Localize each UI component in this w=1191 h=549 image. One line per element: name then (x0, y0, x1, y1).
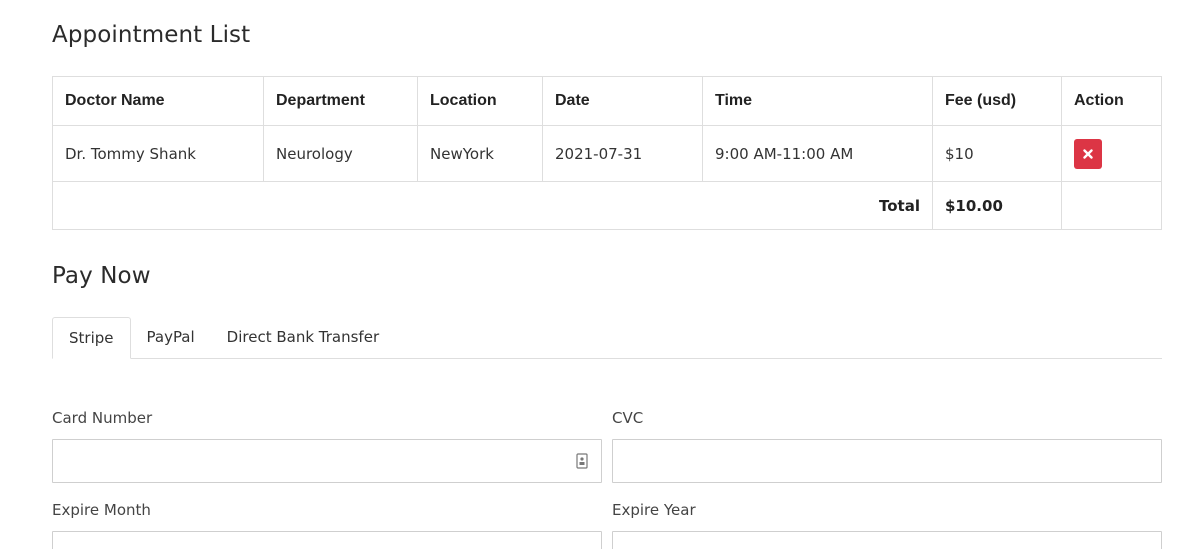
cvc-input[interactable] (612, 439, 1162, 483)
close-icon (1083, 148, 1093, 159)
expire-year-label: Expire Year (612, 501, 696, 519)
column-header-department: Department (263, 76, 418, 126)
tab-direct-bank-transfer[interactable]: Direct Bank Transfer (211, 317, 395, 358)
cell-date: 2021-07-31 (542, 125, 703, 182)
total-empty-cell (1061, 181, 1162, 230)
expire-year-input[interactable] (612, 531, 1162, 549)
table-header-row: Doctor Name Department Location Date Tim… (52, 76, 1162, 126)
table-row: Dr. Tommy Shank Neurology NewYork 2021-0… (52, 125, 1162, 182)
expire-month-input[interactable] (52, 531, 602, 549)
cell-fee: $10 (932, 125, 1062, 182)
column-header-time: Time (702, 76, 933, 126)
appointment-list-title: Appointment List (52, 22, 251, 48)
pay-now-title: Pay Now (52, 263, 151, 289)
column-header-doctor-name: Doctor Name (52, 76, 264, 126)
card-number-input[interactable] (52, 439, 602, 483)
total-label: Total (52, 181, 933, 230)
cell-department: Neurology (263, 125, 418, 182)
cell-doctor-name: Dr. Tommy Shank (52, 125, 264, 182)
cell-location: NewYork (417, 125, 543, 182)
card-number-label: Card Number (52, 409, 153, 427)
total-row: Total $10.00 (52, 181, 1162, 230)
column-header-date: Date (542, 76, 703, 126)
column-header-action: Action (1061, 76, 1162, 126)
card-autofill-icon (576, 453, 588, 469)
page: Appointment List Doctor Name Department … (0, 0, 1191, 549)
appointment-table: Doctor Name Department Location Date Tim… (52, 76, 1162, 230)
cell-action (1061, 125, 1162, 182)
column-header-location: Location (417, 76, 543, 126)
expire-month-label: Expire Month (52, 501, 151, 519)
payment-tabs: Stripe PayPal Direct Bank Transfer (52, 317, 1162, 359)
delete-appointment-button[interactable] (1074, 138, 1102, 169)
total-value: $10.00 (932, 181, 1062, 230)
tab-stripe[interactable]: Stripe (52, 317, 131, 359)
tab-paypal[interactable]: PayPal (131, 317, 211, 358)
column-header-fee: Fee (usd) (932, 76, 1062, 126)
cvc-label: CVC (612, 409, 644, 427)
cell-time: 9:00 AM-11:00 AM (702, 125, 933, 182)
